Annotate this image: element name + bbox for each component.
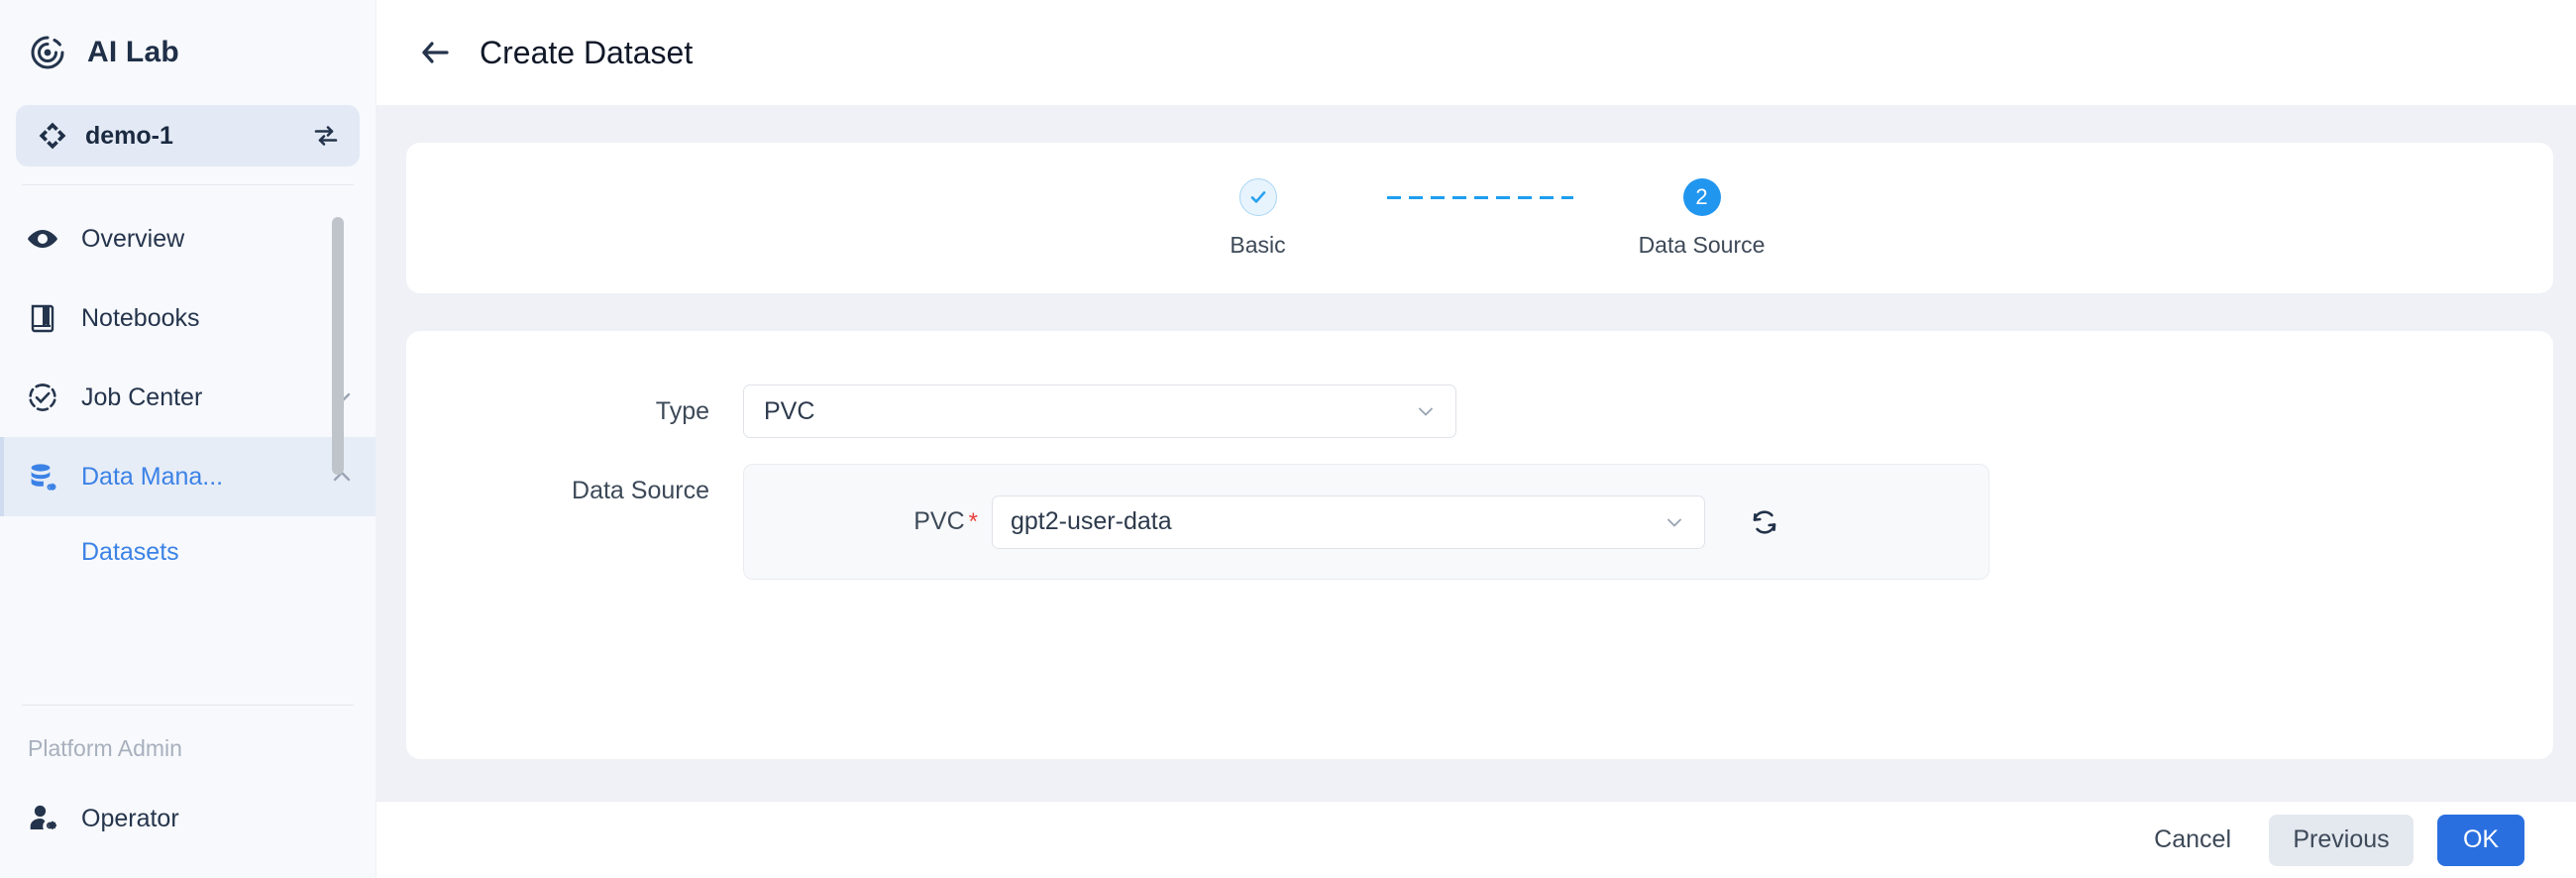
pvc-select[interactable]: gpt2-user-data (992, 494, 1705, 549)
step-basic-label: Basic (1230, 231, 1286, 258)
data-source-panel: PVC * gpt2-user-data (743, 464, 1989, 580)
stepper: Basic 2 Data Source (1129, 177, 1831, 259)
topbar: Create Dataset (376, 0, 2576, 105)
sidebar-item-datasets[interactable]: Datasets (0, 516, 376, 588)
sidebar-scrollbar-thumb[interactable] (332, 217, 344, 475)
page-title: Create Dataset (480, 34, 694, 70)
content-scroll: Basic 2 Data Source Type PVC Data Source… (376, 105, 2576, 801)
switch-arrows-icon[interactable] (312, 122, 340, 150)
database-gear-icon (26, 460, 59, 494)
data-source-label: Data Source (572, 477, 709, 504)
eye-icon (26, 222, 59, 256)
main-area: Create Dataset Basic 2 Data Source Type … (376, 0, 2576, 878)
sidebar-item-label: Notebooks (81, 303, 200, 332)
previous-button[interactable]: Previous (2269, 814, 2414, 866)
chevron-down-icon (1414, 399, 1438, 423)
sidebar-nav-scroll-area: Overview Notebooks Job Center Data Mana.… (0, 185, 376, 701)
pvc-label-text: PVC (913, 507, 965, 535)
sidebar-subitem-label: Datasets (81, 537, 179, 566)
app-root: AI Lab demo-1 Overview Notebooks Job Cen… (0, 0, 2576, 878)
type-select[interactable]: PVC (743, 384, 1456, 438)
type-label: Type (655, 397, 709, 425)
form-row-type: Type PVC (406, 384, 2553, 438)
form-row-data-source: Data Source PVC * gpt2-user-data (406, 464, 2553, 580)
stepper-connector (1386, 195, 1573, 199)
check-icon (1250, 190, 1265, 203)
sidebar-item-label: Job Center (81, 383, 203, 411)
sidebar: AI Lab demo-1 Overview Notebooks Job Cen… (0, 0, 376, 878)
sidebar-item-data-management[interactable]: Data Mana... (0, 437, 376, 516)
target-rings-icon (26, 31, 69, 74)
step-data-source[interactable]: 2 Data Source (1573, 177, 1831, 259)
sidebar-item-operator[interactable]: Operator (0, 779, 376, 858)
step-basic-bullet (1238, 177, 1277, 216)
sidebar-item-label: Operator (81, 804, 179, 832)
step-basic[interactable]: Basic (1129, 177, 1387, 259)
project-name: demo-1 (85, 121, 173, 150)
pvc-select-value: gpt2-user-data (1011, 507, 1172, 535)
required-marker: * (968, 508, 978, 535)
project-selector[interactable]: demo-1 (16, 105, 360, 166)
footer-actions: Cancel Previous OK (376, 801, 2576, 878)
sidebar-item-notebooks[interactable]: Notebooks (0, 278, 376, 358)
form-card: Type PVC Data Source PVC * gpt2-user-dat… (406, 331, 2553, 759)
sidebar-section-platform-admin: Platform Admin (28, 735, 182, 761)
user-gear-icon (26, 802, 59, 835)
ok-button[interactable]: OK (2437, 814, 2524, 866)
step-data-source-bullet: 2 (1682, 177, 1721, 216)
type-select-value: PVC (764, 396, 815, 425)
cancel-button[interactable]: Cancel (2132, 815, 2253, 866)
check-circle-dashed-icon (26, 381, 59, 414)
refresh-icon[interactable] (1747, 504, 1782, 540)
brand-name: AI Lab (87, 36, 179, 68)
pvc-label: PVC * (744, 494, 992, 549)
chevron-down-icon (1663, 510, 1686, 534)
sidebar-item-label: Data Mana... (81, 462, 224, 491)
sidebar-item-overview[interactable]: Overview (0, 199, 376, 278)
sidebar-item-label: Overview (81, 224, 185, 253)
project-diamond-icon (38, 121, 67, 151)
sidebar-nav: Overview Notebooks Job Center Data Mana.… (0, 185, 376, 588)
sidebar-item-job-center[interactable]: Job Center (0, 358, 376, 437)
brand: AI Lab (0, 0, 376, 105)
arrow-left-icon[interactable] (416, 34, 454, 71)
step-data-source-label: Data Source (1638, 231, 1766, 258)
book-icon (26, 301, 59, 335)
stepper-card: Basic 2 Data Source (406, 143, 2553, 293)
